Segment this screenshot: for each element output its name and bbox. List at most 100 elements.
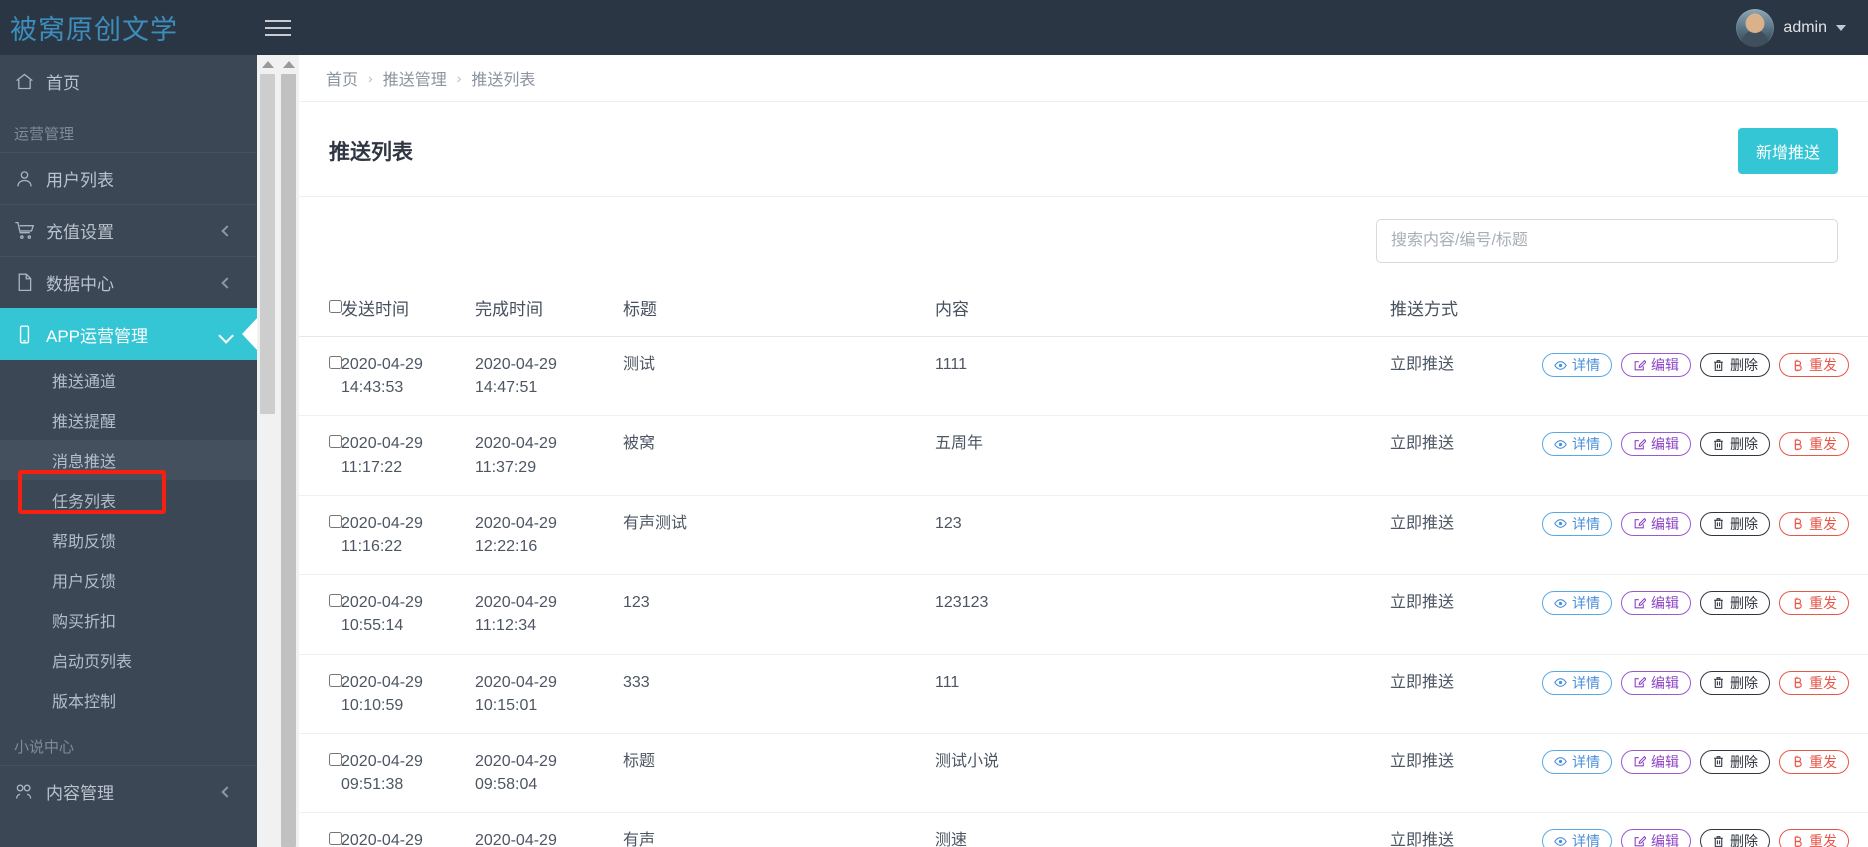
search-input[interactable] bbox=[1376, 219, 1838, 263]
cell-push-method: 立即推送 bbox=[1390, 733, 1542, 814]
resend-label: 重发 bbox=[1809, 674, 1837, 691]
delete-button[interactable]: 删除 bbox=[1700, 749, 1770, 774]
edit-label: 编辑 bbox=[1651, 674, 1679, 691]
chevron-left-icon bbox=[221, 785, 233, 798]
sidebar-item-app-operations[interactable]: APP运营管理 bbox=[0, 308, 257, 360]
finish-time: 14:47:51 bbox=[475, 379, 538, 397]
delete-button[interactable]: 删除 bbox=[1700, 432, 1770, 457]
sidebar-subitem-push-reminder[interactable]: 推送提醒 bbox=[0, 400, 257, 440]
trash-icon bbox=[1712, 359, 1725, 372]
push-list-table: 发送时间 完成时间 标题 内容 推送方式 2020-04-29 14:43:53 2… bbox=[299, 279, 1868, 847]
detail-button[interactable]: 详情 bbox=[1542, 511, 1612, 536]
detail-button[interactable]: 详情 bbox=[1542, 829, 1612, 847]
page-scrollbar[interactable] bbox=[278, 55, 299, 847]
outer-scrollbar[interactable] bbox=[257, 55, 278, 847]
eye-icon bbox=[1554, 359, 1567, 372]
edit-button[interactable]: 编辑 bbox=[1621, 670, 1691, 695]
send-time: 11:17:22 bbox=[341, 458, 403, 476]
sidebar-subitem-label: 推送通道 bbox=[52, 374, 117, 391]
sidebar: 首页 运营管理 用户列表 充值设置 数据中心 APP运营管理 推送通道 推送提醒… bbox=[0, 55, 257, 847]
cell-push-method: 立即推送 bbox=[1390, 495, 1542, 576]
resend-button[interactable]: 重发 bbox=[1779, 353, 1849, 377]
add-push-button[interactable]: 新增推送 bbox=[1737, 128, 1838, 174]
row-select-cell bbox=[299, 574, 342, 655]
sidebar-subitem-user-feedback[interactable]: 用户反馈 bbox=[0, 560, 257, 600]
row-action-group: 详情 编辑 删除 重发 bbox=[1542, 670, 1868, 695]
sidebar-subitem-message-push[interactable]: 消息推送 bbox=[0, 440, 257, 480]
resend-button[interactable]: 重发 bbox=[1779, 829, 1849, 847]
delete-label: 删除 bbox=[1730, 595, 1758, 612]
resend-button[interactable]: 重发 bbox=[1779, 432, 1849, 457]
table-row: 2020-04-2909:40:372020-04-2909:48:05有声测速… bbox=[299, 812, 1868, 847]
detail-button[interactable]: 详情 bbox=[1542, 353, 1612, 377]
bitcoin-b-icon bbox=[1791, 755, 1804, 768]
sidebar-item-home[interactable]: 首页 bbox=[0, 55, 257, 107]
sidebar-item-recharge-settings[interactable]: 充值设置 bbox=[0, 204, 257, 256]
sidebar-item-content-management[interactable]: 内容管理 bbox=[0, 765, 257, 817]
sidebar-subitem-version-control[interactable]: 版本控制 bbox=[0, 680, 257, 720]
sidebar-subitem-push-channel[interactable]: 推送通道 bbox=[0, 360, 257, 400]
cell-send-time: 2020-04-29 10:10:59 bbox=[341, 654, 475, 734]
hamburger-line bbox=[265, 26, 291, 29]
detail-button[interactable]: 详情 bbox=[1542, 591, 1612, 616]
select-all-header bbox=[299, 279, 342, 337]
sidebar-item-label: 充值设置 bbox=[46, 223, 114, 242]
pencil-icon bbox=[1633, 438, 1646, 451]
detail-label: 详情 bbox=[1572, 436, 1600, 453]
edit-button[interactable]: 编辑 bbox=[1621, 353, 1691, 377]
detail-button[interactable]: 详情 bbox=[1542, 432, 1612, 457]
delete-button[interactable]: 删除 bbox=[1700, 511, 1770, 536]
row-select-cell bbox=[299, 336, 342, 417]
edit-label: 编辑 bbox=[1651, 515, 1679, 532]
cart-icon bbox=[14, 220, 42, 241]
edit-button[interactable]: 编辑 bbox=[1621, 829, 1691, 847]
delete-button[interactable]: 删除 bbox=[1700, 591, 1770, 616]
cell-finish-time: 2020-04-29 11:12:34 bbox=[475, 574, 623, 655]
sidebar-subitem-label: 任务列表 bbox=[52, 494, 117, 511]
edit-button[interactable]: 编辑 bbox=[1621, 432, 1691, 457]
resend-button[interactable]: 重发 bbox=[1779, 749, 1849, 774]
bitcoin-b-icon bbox=[1791, 597, 1804, 610]
edit-label: 编辑 bbox=[1651, 436, 1679, 453]
edit-button[interactable]: 编辑 bbox=[1621, 591, 1691, 616]
app-logo[interactable]: 被窝原创文学 bbox=[0, 8, 257, 47]
detail-button[interactable]: 详情 bbox=[1542, 670, 1612, 695]
sidebar-subitem-help-feedback[interactable]: 帮助反馈 bbox=[0, 520, 257, 560]
sidebar-item-data-center[interactable]: 数据中心 bbox=[0, 256, 257, 308]
sidebar-subitem-splash-list[interactable]: 启动页列表 bbox=[0, 640, 257, 680]
chevron-left-icon bbox=[221, 276, 233, 289]
cell-title: 有声测试 bbox=[623, 495, 935, 576]
scroll-up-arrow-icon[interactable] bbox=[282, 61, 295, 68]
delete-label: 删除 bbox=[1730, 515, 1758, 532]
delete-label: 删除 bbox=[1730, 753, 1758, 770]
cell-content: 1111 bbox=[935, 336, 1390, 417]
edit-button[interactable]: 编辑 bbox=[1621, 511, 1691, 536]
pencil-icon bbox=[1633, 517, 1646, 530]
chevron-down-icon bbox=[218, 327, 234, 344]
scrollbar-thumb[interactable] bbox=[260, 74, 275, 414]
trash-icon bbox=[1712, 438, 1725, 451]
edit-button[interactable]: 编辑 bbox=[1621, 749, 1691, 774]
breadcrumb-item-push-management[interactable]: 推送管理 bbox=[383, 66, 447, 90]
table-row: 2020-04-29 11:17:22 2020-04-29 11:37:29 被窝 五周… bbox=[299, 415, 1868, 496]
scrollbar-thumb[interactable] bbox=[281, 74, 296, 847]
delete-button[interactable]: 删除 bbox=[1700, 829, 1770, 847]
sidebar-subitem-purchase-discount[interactable]: 购买折扣 bbox=[0, 600, 257, 640]
hamburger-icon[interactable] bbox=[265, 15, 299, 41]
chevron-down-icon[interactable] bbox=[1836, 24, 1846, 31]
scroll-up-arrow-icon[interactable] bbox=[261, 61, 274, 68]
detail-button[interactable]: 详情 bbox=[1542, 749, 1612, 774]
resend-button[interactable]: 重发 bbox=[1779, 591, 1849, 616]
delete-button[interactable]: 删除 bbox=[1700, 353, 1770, 377]
resend-button[interactable]: 重发 bbox=[1779, 670, 1849, 695]
user-menu[interactable]: admin bbox=[1736, 8, 1868, 47]
breadcrumb-item-home[interactable]: 首页 bbox=[326, 66, 358, 90]
delete-label: 删除 bbox=[1730, 436, 1758, 453]
resend-button[interactable]: 重发 bbox=[1779, 511, 1849, 536]
sidebar-item-users[interactable]: 用户列表 bbox=[0, 152, 257, 204]
delete-button[interactable]: 删除 bbox=[1700, 670, 1770, 695]
edit-label: 编辑 bbox=[1651, 357, 1679, 373]
sidebar-item-label: 数据中心 bbox=[46, 275, 114, 294]
sidebar-subitem-task-list[interactable]: 任务列表 bbox=[0, 480, 257, 520]
home-icon bbox=[14, 71, 42, 92]
